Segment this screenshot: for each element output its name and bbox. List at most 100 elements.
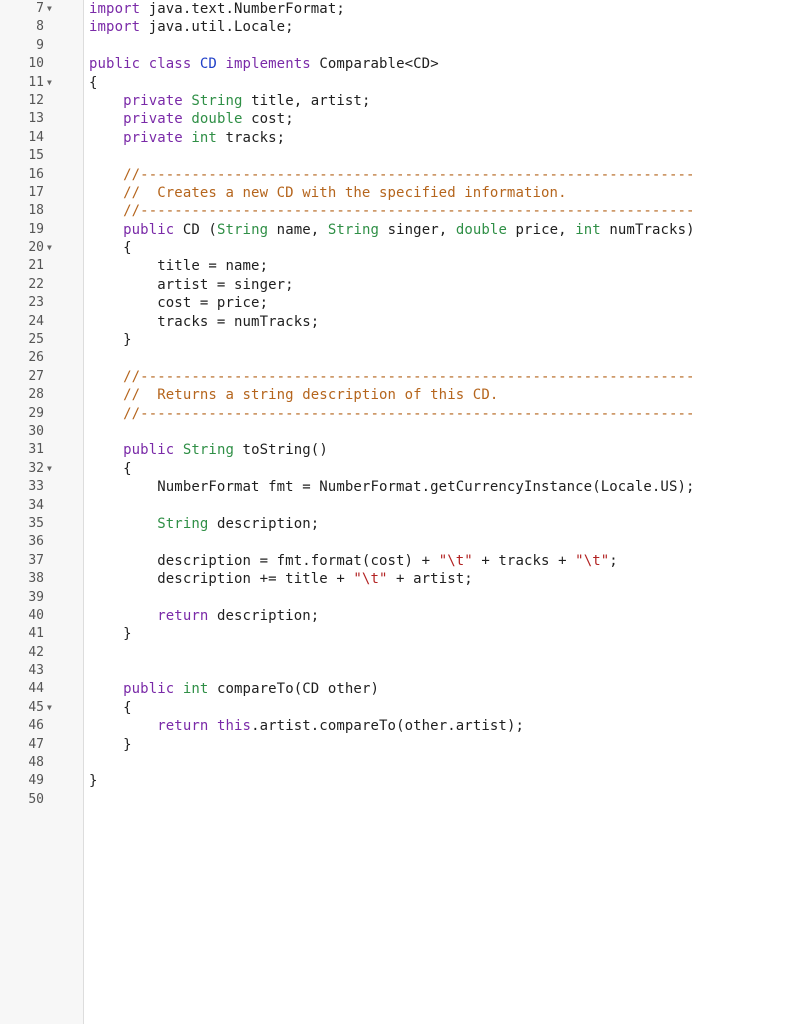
- code-line[interactable]: 24 tracks = numTracks;: [0, 313, 811, 331]
- code-text: {: [89, 460, 132, 478]
- code-line[interactable]: 30: [0, 423, 811, 441]
- code-token: public: [123, 221, 175, 238]
- code-line[interactable]: 11 ▼ {: [0, 74, 811, 92]
- code-token: }: [89, 332, 132, 349]
- code-line[interactable]: 19 public CD (String name, String singer…: [0, 221, 811, 239]
- line-number: 26: [28, 350, 44, 366]
- code-token: public: [123, 681, 175, 698]
- code-line[interactable]: 9: [0, 37, 811, 55]
- code-line[interactable]: 16 //-----------------------------------…: [0, 166, 811, 184]
- code-line[interactable]: 32 ▼ {: [0, 460, 811, 478]
- code-line[interactable]: 26: [0, 349, 811, 367]
- code-line[interactable]: 13 private double cost;: [0, 110, 811, 128]
- code-token: {: [89, 460, 132, 477]
- code-token: String: [216, 221, 269, 238]
- code-token: "\t": [438, 552, 473, 569]
- code-line[interactable]: 44 public int compareTo(CD other): [0, 680, 811, 698]
- code-text: }: [89, 772, 98, 790]
- code-token: toString(): [234, 442, 328, 459]
- code-line[interactable]: 20 ▼ {: [0, 239, 811, 257]
- code-line[interactable]: 49}: [0, 772, 811, 790]
- code-token: public: [123, 442, 175, 459]
- code-token: //--------------------------------------…: [123, 166, 695, 183]
- code-line[interactable]: 40 return description;: [0, 607, 811, 625]
- code-text: private double cost;: [89, 110, 294, 128]
- code-line[interactable]: 38 description += title + "\t" + artist;: [0, 570, 811, 588]
- code-token: class: [148, 56, 192, 73]
- code-line[interactable]: 28 // Returns a string description of th…: [0, 386, 811, 404]
- code-line[interactable]: 34: [0, 497, 811, 515]
- code-line[interactable]: 35 String description;: [0, 515, 811, 533]
- code-token: tracks;: [216, 129, 286, 146]
- fold-toggle-icon[interactable]: ▼: [47, 699, 57, 717]
- code-line[interactable]: 41 }: [0, 625, 811, 643]
- line-number: 30: [28, 423, 44, 439]
- line-number: 29: [28, 405, 44, 421]
- fold-toggle-icon[interactable]: ▼: [47, 460, 57, 478]
- code-token: cost;: [242, 111, 294, 128]
- fold-toggle-icon[interactable]: ▼: [47, 0, 57, 18]
- line-number: 9: [36, 37, 44, 53]
- code-line[interactable]: 31 public String toString(): [0, 441, 811, 459]
- code-token: import: [89, 1, 141, 17]
- code-line[interactable]: 8 import java.util.Locale;: [0, 18, 811, 36]
- code-line[interactable]: 29 //-----------------------------------…: [0, 405, 811, 423]
- code-token: String: [157, 515, 209, 532]
- code-line[interactable]: 15: [0, 147, 811, 165]
- code-line[interactable]: 18 //-----------------------------------…: [0, 202, 811, 220]
- line-number: 40: [28, 607, 44, 623]
- code-token: implements: [225, 56, 311, 73]
- line-number: 24: [28, 313, 44, 329]
- line-number: 10: [28, 56, 44, 72]
- code-line[interactable]: 47 }: [0, 736, 811, 754]
- code-line[interactable]: 22 artist = singer;: [0, 276, 811, 294]
- code-token: description;: [208, 607, 320, 624]
- code-line[interactable]: 39: [0, 589, 811, 607]
- code-line[interactable]: 23 cost = price;: [0, 294, 811, 312]
- code-token: {: [89, 74, 98, 91]
- code-token: description += title +: [89, 571, 354, 588]
- code-token: double: [455, 221, 507, 238]
- line-number: 17: [28, 184, 44, 200]
- code-token: //--------------------------------------…: [123, 203, 695, 220]
- line-number: 18: [28, 203, 44, 219]
- code-line[interactable]: 10 public class CD implements Comparable<…: [0, 55, 811, 73]
- code-text: tracks = numTracks;: [89, 313, 319, 331]
- code-line[interactable]: 33 NumberFormat fmt = NumberFormat.getCu…: [0, 478, 811, 496]
- code-line[interactable]: 50: [0, 791, 811, 809]
- code-line[interactable]: 7 ▼ import java.text.NumberFormat;: [0, 0, 811, 18]
- code-line[interactable]: 45 ▼ {: [0, 699, 811, 717]
- code-line[interactable]: 25 }: [0, 331, 811, 349]
- line-number: 13: [28, 111, 44, 127]
- code-token: int: [191, 129, 217, 146]
- code-line[interactable]: 48: [0, 754, 811, 772]
- line-number: 39: [28, 589, 44, 605]
- code-text: description = fmt.format(cost) + "\t" + …: [89, 552, 618, 570]
- code-line[interactable]: 27 //-----------------------------------…: [0, 368, 811, 386]
- code-line[interactable]: 37 description = fmt.format(cost) + "\t"…: [0, 552, 811, 570]
- code-line[interactable]: 42: [0, 644, 811, 662]
- code-token: "\t": [575, 552, 610, 569]
- fold-toggle-icon[interactable]: ▼: [47, 74, 57, 92]
- code-token: double: [191, 111, 243, 128]
- code-token: private: [123, 92, 183, 109]
- code-line[interactable]: 21 title = name;: [0, 257, 811, 275]
- code-line[interactable]: 17 // Creates a new CD with the specifie…: [0, 184, 811, 202]
- code-line[interactable]: 14 private int tracks;: [0, 129, 811, 147]
- code-line[interactable]: 12 private String title, artist;: [0, 92, 811, 110]
- code-line[interactable]: 46 return this.artist.compareTo(other.ar…: [0, 717, 811, 735]
- code-token: cost = price;: [89, 295, 269, 312]
- code-token: singer,: [379, 221, 456, 238]
- fold-toggle-icon[interactable]: ▼: [47, 239, 57, 257]
- code-token: description;: [208, 515, 320, 532]
- code-editor[interactable]: 7 ▼ import java.text.NumberFormat; 8 import …: [0, 0, 811, 1024]
- code-line[interactable]: 43: [0, 662, 811, 680]
- line-number: 36: [28, 534, 44, 550]
- code-token: artist = singer;: [89, 276, 294, 293]
- code-line[interactable]: 36: [0, 533, 811, 551]
